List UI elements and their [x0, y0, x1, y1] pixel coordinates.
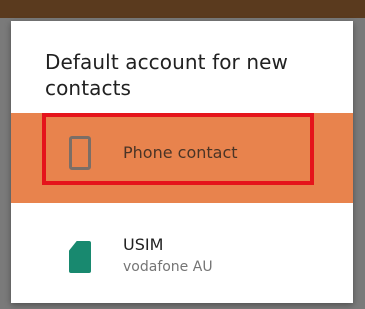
default-account-dialog: Default account for new contacts Phone c… — [11, 21, 353, 303]
dialog-title: Default account for new contacts — [45, 50, 288, 100]
option-phone-contact[interactable]: Phone contact — [11, 113, 353, 203]
option-usim[interactable]: USIM vodafone AU — [11, 211, 353, 301]
option-label: USIM — [123, 235, 164, 254]
status-bar-background — [0, 0, 365, 20]
sim-card-icon — [69, 241, 91, 273]
option-label: Phone contact — [123, 143, 238, 162]
phone-icon — [69, 136, 91, 170]
option-sublabel: vodafone AU — [123, 259, 213, 275]
